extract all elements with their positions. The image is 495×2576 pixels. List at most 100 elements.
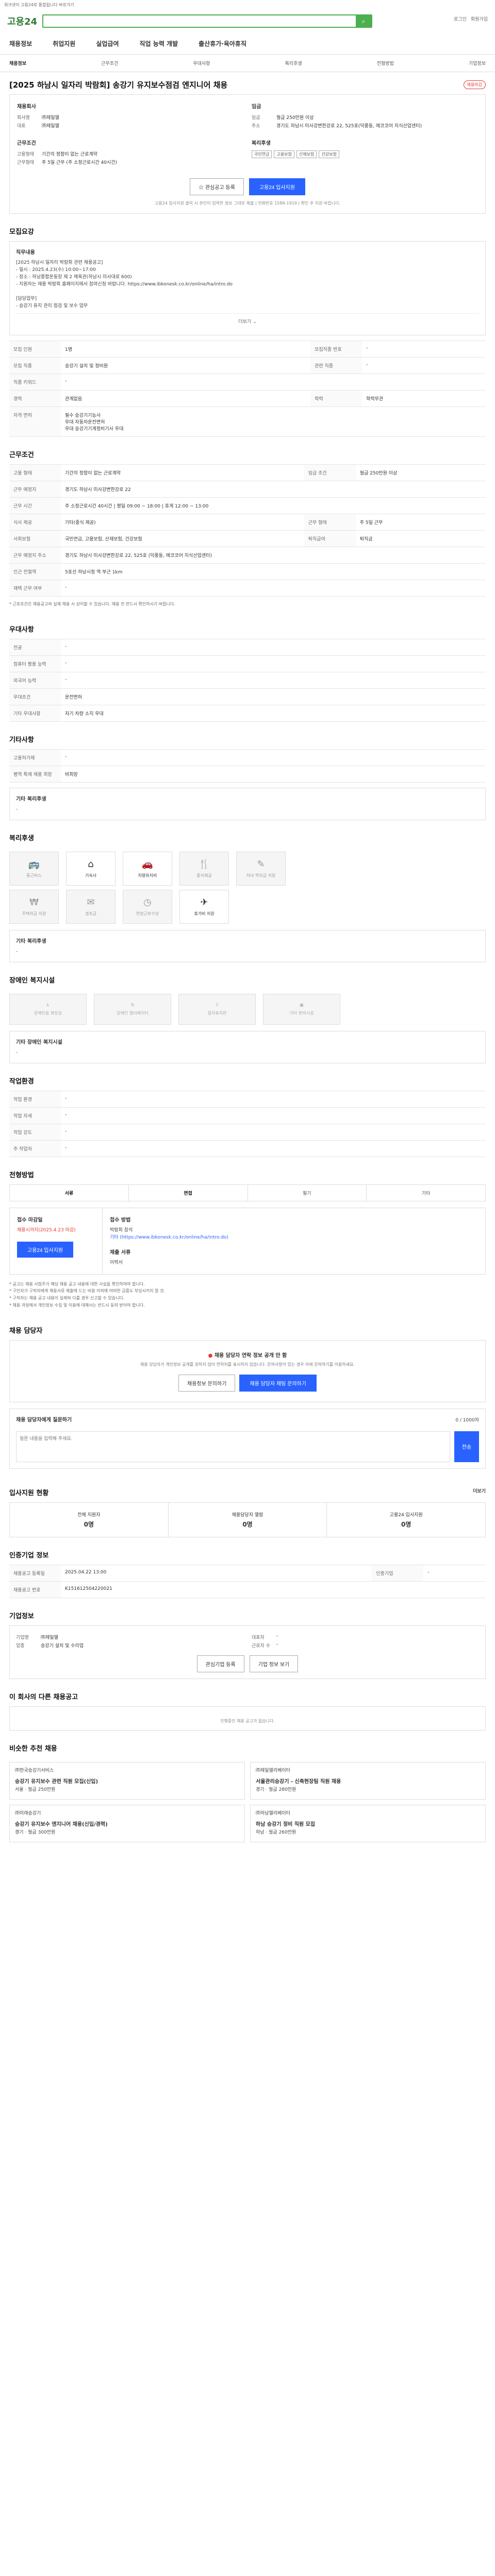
apply-button[interactable]: 고용24 입사지원	[249, 178, 305, 195]
house-icon: ⌂	[88, 859, 94, 870]
plane-icon: ✈	[200, 897, 208, 908]
conditions-summary: 근무조건 고용형태 기간의 정함이 없는 근로계약 근무형태 주 5일 근무 (주 …	[17, 139, 243, 167]
disability-label: 점자표지판	[207, 1011, 227, 1016]
row-value: 승강기 설치 및 정비원	[61, 357, 311, 374]
similar-loc: 경기	[15, 1829, 24, 1835]
benefit-item: 🚌 통근버스	[9, 852, 59, 886]
row-label: 기타 우대사항	[9, 705, 61, 722]
login-link[interactable]: 로그인	[454, 15, 467, 22]
list-item[interactable]: ㈜제일엘리베이터 서울관리승강기 - 신축현장팀 직원 채용 경기 · 월급 2…	[250, 1761, 486, 1800]
benefit-label: 통근버스	[26, 873, 42, 878]
step-interview: 면접	[129, 1184, 248, 1201]
follow-company-button[interactable]: 관심기업 등록	[196, 1655, 244, 1672]
row-label: 근무 예정지 주소	[9, 546, 61, 564]
row-value: -	[61, 672, 486, 689]
method-link[interactable]: 기타 (https://www.ibkonesk.co.kr/online/ha…	[110, 1234, 478, 1242]
applicants-heading: 입사지원 현황	[9, 1489, 49, 1497]
row-label: 관련 직종	[310, 357, 362, 374]
env-table: 작업 환경 - 작업 자세 - 작업 강도 - 주 작업자 -	[9, 1090, 486, 1157]
tab-recruit[interactable]: 채용정보	[9, 60, 26, 66]
benefit-item: 🚗 차량유지비	[123, 852, 172, 886]
prefer-table: 전공 - 컴퓨터 활용 능력 - 외국어 능력 - 우대조건 운전면허 기타 우대사항 자…	[9, 639, 486, 722]
table-row: 고용 형태 기간의 정함이 없는 근로계약 임금 조건 월급 250만원 이상	[9, 464, 486, 481]
row-value: 학력무관	[362, 389, 486, 407]
similar-title: 승강기 유지보수 관련 직원 모집(신입)	[15, 1778, 98, 1785]
signup-link[interactable]: 회원가입	[471, 15, 488, 22]
similar-pay: 월급 300만원	[28, 1829, 56, 1835]
tab-conditions[interactable]: 근무조건	[101, 60, 118, 66]
similar-title: 서울관리승강기 - 신축현장팀 직원 채용	[256, 1778, 341, 1785]
row-value: 월급 250만원 이상	[355, 464, 486, 481]
stat-label: 전체 지원자	[77, 1512, 101, 1518]
job-summary-card: 채용회사 회사명 ㈜제일엘 대표 ㈜제일엘 임금 임금 월급 250만원 이상 주소 경…	[9, 94, 486, 214]
company-detail-button[interactable]: 기업 정보 보기	[249, 1655, 299, 1672]
row-value: -	[61, 1090, 486, 1108]
row-value: 운전면허	[61, 688, 486, 706]
row-label: 전공	[9, 639, 61, 656]
row-value: -	[362, 357, 486, 374]
top-banner[interactable]: 워크넷이 고용24로 통합됩니다 바로가기	[0, 0, 495, 9]
related-heading: 인증기업 정보	[9, 1551, 49, 1560]
notice-line: * 구인자가 구직자에게 채용서류 제출에 드는 비용 이외에 어떠한 금품도 …	[9, 1289, 166, 1294]
table-row: 주 작업자 -	[9, 1140, 486, 1157]
benefit-item: ✉ 경조금	[66, 890, 116, 924]
qa-submit-button[interactable]: 전송	[454, 1431, 479, 1462]
inquiry-button[interactable]: 채용정보 문의하기	[178, 1374, 236, 1392]
search-button[interactable]: ⌕	[356, 15, 372, 27]
search-input[interactable]	[43, 15, 356, 27]
table-row: 근무 예정지 경기도 하남시 미사강변한강로 22	[9, 480, 486, 498]
tab-prefer[interactable]: 우대사항	[193, 60, 210, 66]
row-value: 2025.04.22 13:00	[61, 1564, 372, 1582]
address-value: 경기도 하남시 미사강변한강로 22, 525호(덕풍동, 에코코어 지식산업센…	[276, 124, 422, 129]
welfare-tag: 산재보험	[296, 150, 317, 158]
recommend-note: 진행중인 채용 공고가 없습니다.	[220, 1718, 275, 1723]
similar-list: ㈜한국승강기서비스 승강기 유지보수 관련 직원 모집(신입) 서울 · 월급 …	[9, 1761, 486, 1842]
label: 주소	[252, 124, 260, 129]
tab-welfare[interactable]: 복리후생	[285, 60, 302, 66]
label: 기업명	[16, 1635, 29, 1640]
apply-box: 접수 마감일 채용시까지(2025.4.23 마감) 고용24 입사지원 접수 …	[9, 1207, 486, 1275]
table-row: 식사 제공 기타(중식 제공) 근무 형태 주 5일 근무	[9, 513, 486, 531]
benefit-label: 자녀 학자금 지원	[246, 873, 276, 878]
row-label: 채용공고 등록일	[9, 1564, 61, 1582]
employment-type: 기간의 정함이 없는 근로계약	[42, 152, 97, 157]
process-notices: * 공고는 채용 사업주가 해당 채용 공고 내용에 대한 사실을 확인하여야 …	[9, 1281, 486, 1309]
stat-item: 채용담당자 열람 0명	[169, 1502, 327, 1537]
tab-company[interactable]: 기업정보	[469, 60, 486, 66]
more-label: 더보기	[238, 319, 252, 325]
benefit-label: 주택자금 지원	[22, 911, 46, 917]
list-item[interactable]: ㈜미래승강기 승강기 유지보수 엔지니어 채용(신입/경력) 경기 · 월급 3…	[9, 1804, 245, 1842]
nav-item-benefit[interactable]: 실업급여	[96, 39, 119, 48]
nav-item-training[interactable]: 직업 능력 개발	[140, 39, 178, 48]
work-heading: 근무조건	[9, 451, 34, 459]
company-ceo: ㈜제일엘	[42, 124, 59, 129]
row-label: 근무 형태	[304, 513, 356, 531]
row-value: -	[61, 579, 486, 597]
search-bar: ⌕	[42, 14, 373, 28]
chat-inquiry-button[interactable]: 채용 담당자 채팅 문의하기	[239, 1374, 317, 1392]
nav-item-support[interactable]: 취업지원	[53, 39, 75, 48]
list-item[interactable]: ㈜한국승강기서비스 승강기 유지보수 관련 직원 모집(신입) 서울 · 월급 …	[9, 1761, 245, 1800]
step-document: 서류	[10, 1184, 129, 1201]
nav-item-jobs[interactable]: 채용정보	[9, 39, 32, 48]
row-value: -	[61, 639, 486, 656]
disability-etc-box: 기타 장애인 복지시설 -	[9, 1031, 486, 1063]
apply-button-bottom[interactable]: 고용24 입사지원	[17, 1241, 74, 1258]
applicants-more[interactable]: 더보기	[473, 1488, 486, 1496]
table-row: 전공 -	[9, 639, 486, 656]
row-label: 퇴직급여	[304, 530, 356, 547]
row-label: 근무 시간	[9, 497, 61, 514]
step-etc: 기타	[421, 1191, 431, 1196]
scrap-button[interactable]: ☆ 관심공고 등록	[190, 178, 244, 195]
method-area: 접수 방법 박람회 참석 기타 (https://www.ibkonesk.co…	[103, 1208, 485, 1274]
nav-item-leave[interactable]: 출산휴가·육아휴직	[199, 39, 246, 48]
table-row: 재택 근무 여부 -	[9, 579, 486, 597]
license-item: 필수 승강기기능사	[65, 413, 101, 418]
school-icon: ✎	[257, 859, 265, 870]
site-logo[interactable]: 고용24	[7, 14, 37, 28]
tab-process[interactable]: 전형방법	[377, 60, 394, 66]
consult-heading: 채용 담당자	[9, 1327, 43, 1335]
qa-input[interactable]	[16, 1431, 450, 1462]
more-button[interactable]: 더보기 ⌄	[16, 313, 479, 329]
list-item[interactable]: ㈜하남엘리베이터 하남 승강기 정비 직원 모집 하남 · 월급 260만원	[250, 1804, 486, 1842]
